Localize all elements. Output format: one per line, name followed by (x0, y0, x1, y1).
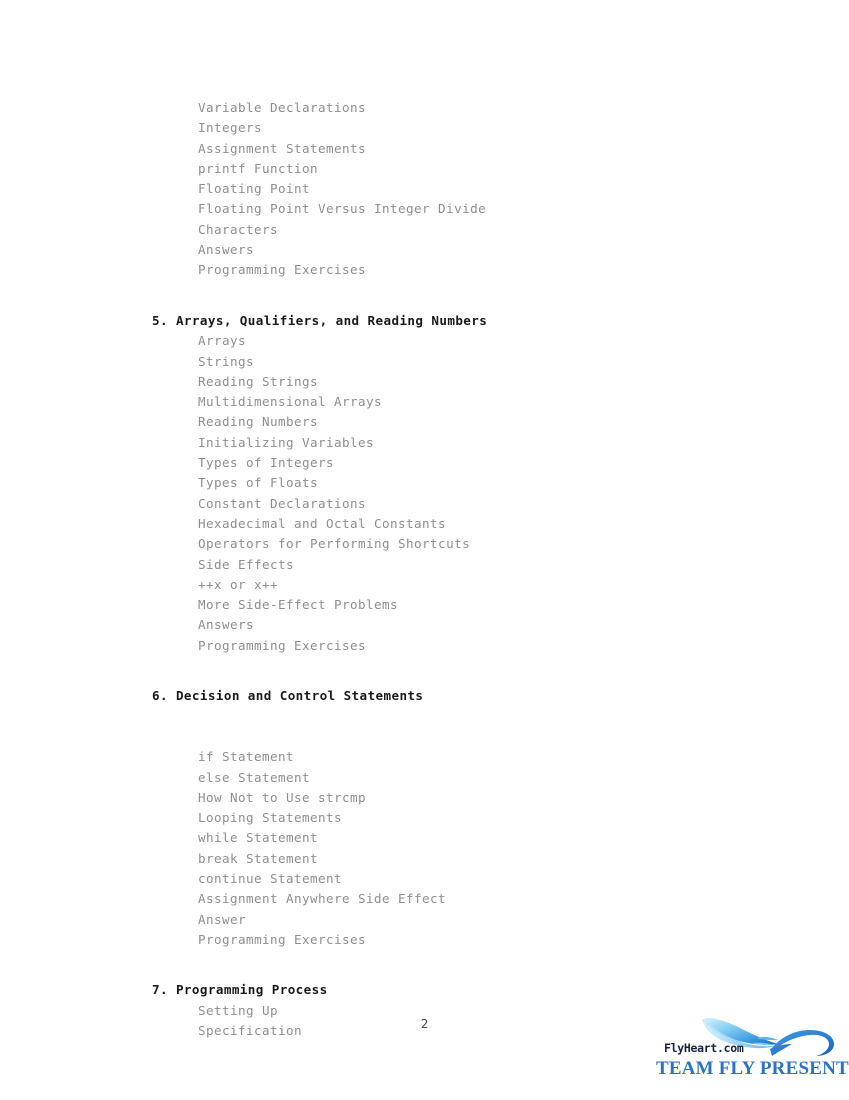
toc-entry: printf Function (198, 160, 319, 176)
toc-entry: Hexadecimal and Octal Constants (198, 515, 447, 531)
toc-entry: Multidimensional Arrays (198, 394, 383, 410)
toc-entry: Strings (198, 353, 255, 369)
toc-entry: continue Statement (198, 870, 343, 886)
document-page: Variable Declarations Integers Assignment … (0, 0, 849, 1100)
toc-entry: Types of Integers (198, 455, 335, 471)
chapter-heading: 6. Decision and Control Statements (152, 688, 424, 704)
toc-entry: while Statement (198, 830, 319, 846)
chapter-extra-gap (0, 707, 849, 727)
section-gap-half (0, 676, 849, 686)
top-margin (0, 0, 849, 98)
toc-entry: Operators for Performing Shortcuts (198, 536, 471, 552)
chapter-heading: 7. Programming Process (152, 982, 328, 998)
toc-entry: More Side-Effect Problems (198, 597, 399, 613)
toc-entry: Variable Declarations (198, 100, 367, 115)
toc-entry: Initializing Variables (198, 434, 375, 450)
toc-entry: Integers (198, 120, 263, 136)
section-gap-half (0, 970, 849, 980)
toc-entry: Answer (198, 911, 247, 927)
toc-entry: break Statement (198, 850, 319, 866)
toc-entry: Looping Statements (198, 810, 343, 826)
chapter-extra-gap (0, 727, 849, 747)
toc-entry: Assignment Anywhere Side Effect (198, 891, 447, 907)
toc-entry: Assignment Statements (198, 140, 367, 156)
toc-entry: Characters (198, 221, 279, 237)
toc-entry: else Statement (198, 769, 311, 785)
toc-entry: Answers (198, 617, 255, 633)
toc-entry: Reading Numbers (198, 414, 319, 430)
toc-entry: Answers (198, 242, 255, 258)
toc-entry: Types of Floats (198, 475, 319, 491)
toc-entry: Constant Declarations (198, 495, 367, 511)
toc-entry: ++x or x++ (198, 576, 279, 592)
toc-entry: Arrays (198, 333, 247, 349)
toc-entry: Programming Exercises (198, 637, 367, 653)
table-of-contents: Variable Declarations Integers Assignment … (0, 0, 849, 1041)
toc-entry: Programming Exercises (198, 931, 367, 947)
toc-entry: Programming Exercises (198, 262, 367, 278)
toc-entry: How Not to Use strcmp (198, 789, 367, 805)
toc-entry: Reading Strings (198, 373, 319, 389)
toc-entry: Floating Point (198, 181, 311, 197)
flyheart-logo: FlyHeart.com TEAM FLY PRESENTS (652, 1014, 849, 1090)
section-gap-half (0, 301, 849, 311)
chapter-heading: 5. Arrays, Qualifiers, and Reading Numbe… (152, 312, 488, 328)
flyheart-wordmark: FlyHeart.com (664, 1041, 744, 1055)
toc-entry: Side Effects (198, 556, 295, 572)
toc-entry: Floating Point Versus Integer Divide (198, 201, 487, 217)
team-fly-presents-text: TEAM FLY PRESENTS (656, 1058, 849, 1079)
toc-entry: if Statement (198, 749, 295, 765)
